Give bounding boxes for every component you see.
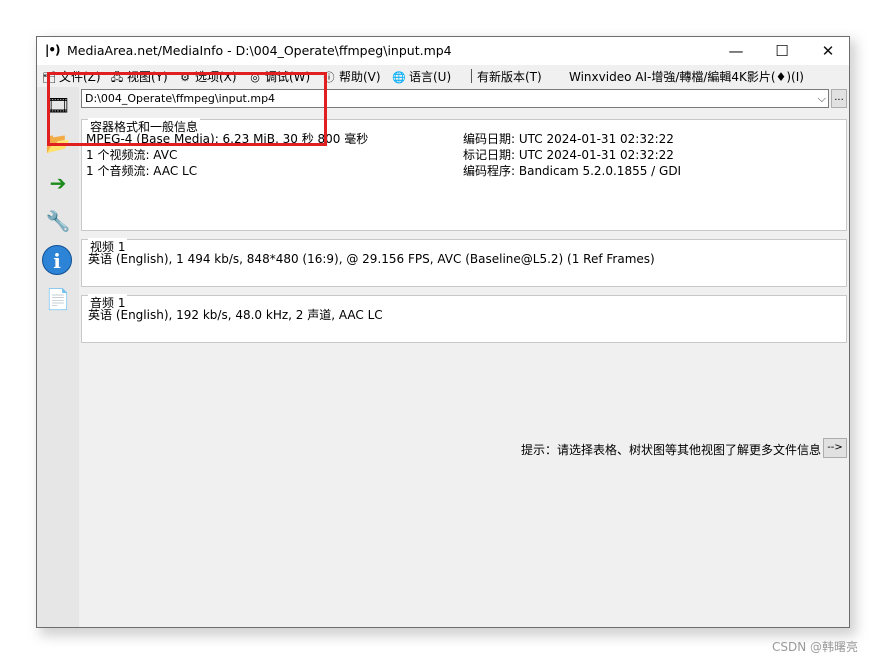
menu-help-label: 帮助(V) <box>339 70 381 84</box>
info-icon[interactable]: i <box>42 245 72 275</box>
general-video-count: 1 个视频流: AVC <box>86 148 178 162</box>
audio-stream-line: 英语 (English), 192 kb/s, 48.0 kHz, 2 声道, … <box>88 308 383 322</box>
audio-stream-group: 音频 1 英语 (English), 192 kb/s, 48.0 kHz, 2… <box>81 294 847 343</box>
red-highlight-box <box>47 72 327 146</box>
writing-application: 编码程序: Bandicam 5.2.0.1855 / GDI <box>463 164 682 178</box>
view-hint-text: 提示：请选择表格、树状图等其他视图了解更多文件信息 <box>521 443 822 457</box>
general-audio-count: 1 个音频流: AAC LC <box>86 164 198 178</box>
donate-icon[interactable]: 📄 <box>41 283 75 315</box>
video-stream-line: 英语 (English), 1 494 kb/s, 848*480 (16:9)… <box>88 252 655 266</box>
menu-help[interactable]: ⓘ 帮助(V) <box>321 68 381 85</box>
csdn-watermark: CSDN @韩曙亮 <box>772 640 859 654</box>
encoded-date: 编码日期: UTC 2024-01-31 02:32:22 <box>463 132 674 146</box>
tagged-date: 标记日期: UTC 2024-01-31 02:32:22 <box>463 148 674 162</box>
close-button[interactable]: ✕ <box>805 37 849 65</box>
chevron-down-icon[interactable]: ⌵ <box>818 90 826 107</box>
maximize-button[interactable]: ☐ <box>759 37 805 65</box>
minimize-button[interactable]: — <box>713 37 759 65</box>
language-icon: 🌐 <box>392 71 406 84</box>
menu-language[interactable]: 🌐 语言(U) <box>391 68 451 85</box>
menu-new-version[interactable]: 有新版本(T) <box>477 68 542 85</box>
preferences-icon[interactable]: 🔧 <box>41 205 75 237</box>
menu-language-label: 语言(U) <box>409 70 452 84</box>
window-title: MediaArea.net/MediaInfo - D:\004_Operate… <box>67 43 452 58</box>
main-content: D:\004_Operate\ffmpeg\input.mp4 ⌵ ... 容器… <box>79 87 849 627</box>
title-bar[interactable]: |•) MediaArea.net/MediaInfo - D:\004_Ope… <box>37 37 849 65</box>
sidebar-toolbar: 🎞 📂 ➔ 🔧 i 📄 <box>37 87 79 627</box>
menu-promo[interactable]: Winxvideo AI-增強/轉檔/編輯4K影片(♦)(I) <box>569 68 804 85</box>
view-hint-button[interactable]: --> <box>823 438 847 458</box>
video-stream-group: 视频 1 英语 (English), 1 494 kb/s, 848*480 (… <box>81 238 847 287</box>
mediainfo-app-icon: |•) <box>45 43 61 57</box>
export-icon[interactable]: ➔ <box>41 167 75 199</box>
browse-button[interactable]: ... <box>831 89 847 108</box>
menu-separator <box>471 69 472 83</box>
